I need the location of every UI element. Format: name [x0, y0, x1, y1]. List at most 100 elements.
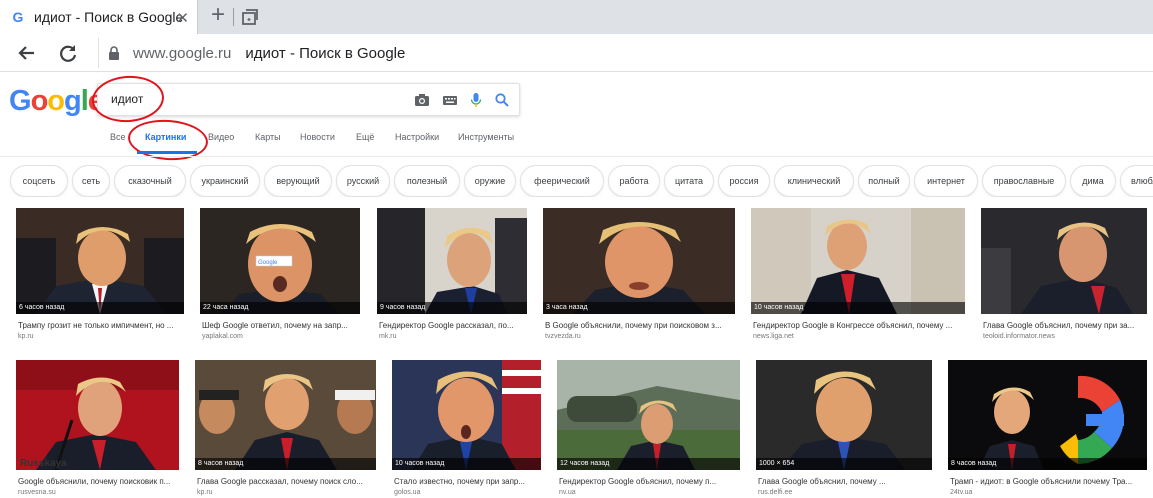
result-title[interactable]: Гендиректор Google в Конгрессе объяснил,…	[753, 321, 967, 330]
result-source: rusvesna.su	[18, 489, 56, 496]
result-title[interactable]: Глава Google рассказал, почему поиск сло…	[197, 477, 378, 486]
chip[interactable]: влюбл	[1120, 165, 1153, 197]
result-thumbnail[interactable]: 10 часов назад	[751, 208, 965, 314]
result-source: mk.ru	[379, 333, 397, 340]
tab-more[interactable]: Ещё	[356, 132, 374, 142]
chip[interactable]: сеть	[72, 165, 110, 197]
url-domain: www.google.ru	[133, 44, 232, 62]
result-thumbnail[interactable]: Russkaya	[16, 360, 179, 470]
chip[interactable]: сказочный	[114, 165, 186, 197]
chip[interactable]: феерический	[520, 165, 604, 197]
related-chips: соцсеть сеть сказочный украинский верующ…	[0, 165, 1153, 197]
result-time: 22 часа назад	[200, 302, 360, 314]
result-source: nv.ua	[559, 489, 576, 496]
new-tab-button[interactable]: +	[206, 3, 230, 28]
result-time: 8 часов назад	[948, 458, 1147, 470]
result-source: rus.delfi.ee	[758, 489, 793, 496]
result-source: kp.ru	[18, 333, 34, 340]
result-thumbnail[interactable]: 1000 × 654	[756, 360, 932, 470]
chip[interactable]: дима	[1070, 165, 1116, 197]
result-title[interactable]: Глава Google объяснил, почему при за...	[983, 321, 1149, 330]
result-time: 9 часов назад	[377, 302, 527, 314]
result-title[interactable]: Шеф Google ответил, почему на запр...	[202, 321, 362, 330]
tab-title: идиот - Поиск в Google	[34, 9, 184, 25]
chip[interactable]: соцсеть	[10, 165, 68, 197]
result-thumbnail[interactable]	[981, 208, 1147, 314]
chip[interactable]: россия	[718, 165, 770, 197]
lock-icon	[109, 46, 119, 60]
tabstrip-divider	[233, 8, 234, 26]
mic-icon[interactable]	[468, 92, 484, 108]
chip[interactable]: интернет	[914, 165, 978, 197]
chip[interactable]: клинический	[774, 165, 854, 197]
result-title[interactable]: Глава Google объяснил, почему ...	[758, 477, 934, 486]
chip[interactable]: верующий	[264, 165, 332, 197]
result-time: 3 часа назад	[543, 302, 735, 314]
browser-tab[interactable]: G идиот - Поиск в Google ✕	[0, 0, 198, 34]
result-thumbnail[interactable]: 9 часов назад	[377, 208, 527, 314]
result-size: 1000 × 654	[756, 458, 932, 470]
tab-news[interactable]: Новости	[300, 132, 335, 142]
result-source: golos.ua	[394, 489, 421, 496]
tab-maps[interactable]: Карты	[255, 132, 281, 142]
logo-letter: l	[80, 85, 89, 117]
browser-tab-bar: G идиот - Поиск в Google ✕ +	[0, 0, 1153, 34]
active-tab-indicator	[137, 151, 197, 154]
result-time: 8 часов назад	[195, 458, 376, 470]
chip[interactable]: полезный	[394, 165, 460, 197]
logo-letter: o	[47, 85, 65, 117]
result-thumbnail[interactable]: 12 часов назад	[557, 360, 740, 470]
result-thumbnail[interactable]: 8 часов назад	[948, 360, 1147, 470]
address-bar: www.google.ru идиот - Поиск в Google	[0, 34, 1153, 72]
result-source: 24tv.ua	[950, 489, 973, 496]
result-thumbnail[interactable]: 3 часа назад	[543, 208, 735, 314]
camera-icon[interactable]	[414, 92, 430, 108]
result-title[interactable]: Google объяснили, почему поисковик п...	[18, 477, 181, 486]
url-page-title: идиот - Поиск в Google	[245, 44, 406, 62]
result-title[interactable]: Трамп - идиот: в Google объяснили почему…	[950, 477, 1149, 486]
back-arrow-icon[interactable]	[16, 42, 38, 64]
result-time: 6 часов назад	[16, 302, 184, 314]
search-tabs: Все Картинки Видео Карты Новости Ещё Нас…	[0, 129, 1153, 154]
result-time: 10 часов назад	[751, 302, 965, 314]
reload-icon[interactable]	[57, 42, 79, 64]
result-thumbnail[interactable]: 6 часов назад	[16, 208, 184, 314]
result-source: news.liga.net	[753, 333, 794, 340]
result-source: kp.ru	[197, 489, 213, 496]
result-thumbnail[interactable]: 8 часов назад	[195, 360, 376, 470]
chip[interactable]: работа	[608, 165, 660, 197]
tab-all[interactable]: Все	[110, 132, 126, 142]
svg-text:Russkaya: Russkaya	[20, 458, 67, 469]
logo-letter: g	[64, 85, 82, 117]
result-source: tvzvezda.ru	[545, 333, 581, 340]
result-thumbnail[interactable]: Google 22 часа назад	[200, 208, 360, 314]
chip[interactable]: украинский	[190, 165, 260, 197]
tab-actions-icon[interactable]	[240, 7, 260, 27]
search-icon[interactable]	[494, 92, 510, 108]
result-thumbnail[interactable]: 10 часов назад	[392, 360, 541, 470]
result-source: teoloid.informator.news	[983, 333, 1055, 340]
result-title[interactable]: Гендиректор Google объяснил, почему п...	[559, 477, 742, 486]
result-title[interactable]: Стало известно, почему при запр...	[394, 477, 543, 486]
google-logo[interactable]: Google	[9, 85, 104, 118]
result-time: 10 часов назад	[392, 458, 541, 470]
keyboard-icon[interactable]	[442, 92, 458, 108]
tab-close-icon[interactable]: ✕	[176, 9, 189, 27]
chip[interactable]: полный	[858, 165, 910, 197]
chip[interactable]: цитата	[664, 165, 714, 197]
result-title[interactable]: Трампу грозит не только импичмент, но ..…	[18, 321, 186, 330]
logo-letter: G	[9, 85, 32, 117]
svg-text:Google: Google	[258, 260, 278, 266]
tabs-divider	[0, 156, 1153, 157]
tab-images[interactable]: Картинки	[145, 132, 186, 142]
tab-tools[interactable]: Инструменты	[458, 132, 514, 142]
result-title[interactable]: В Google объяснили, почему при поисковом…	[545, 321, 737, 330]
chip[interactable]: православные	[982, 165, 1066, 197]
tab-video[interactable]: Видео	[208, 132, 234, 142]
result-title[interactable]: Гендиректор Google рассказал, по...	[379, 321, 529, 330]
tab-settings[interactable]: Настройки	[395, 132, 439, 142]
url-field[interactable]: www.google.ru идиот - Поиск в Google	[98, 38, 1153, 68]
chip[interactable]: русский	[336, 165, 390, 197]
result-source: yaplakal.com	[202, 333, 243, 340]
chip[interactable]: оружие	[464, 165, 516, 197]
